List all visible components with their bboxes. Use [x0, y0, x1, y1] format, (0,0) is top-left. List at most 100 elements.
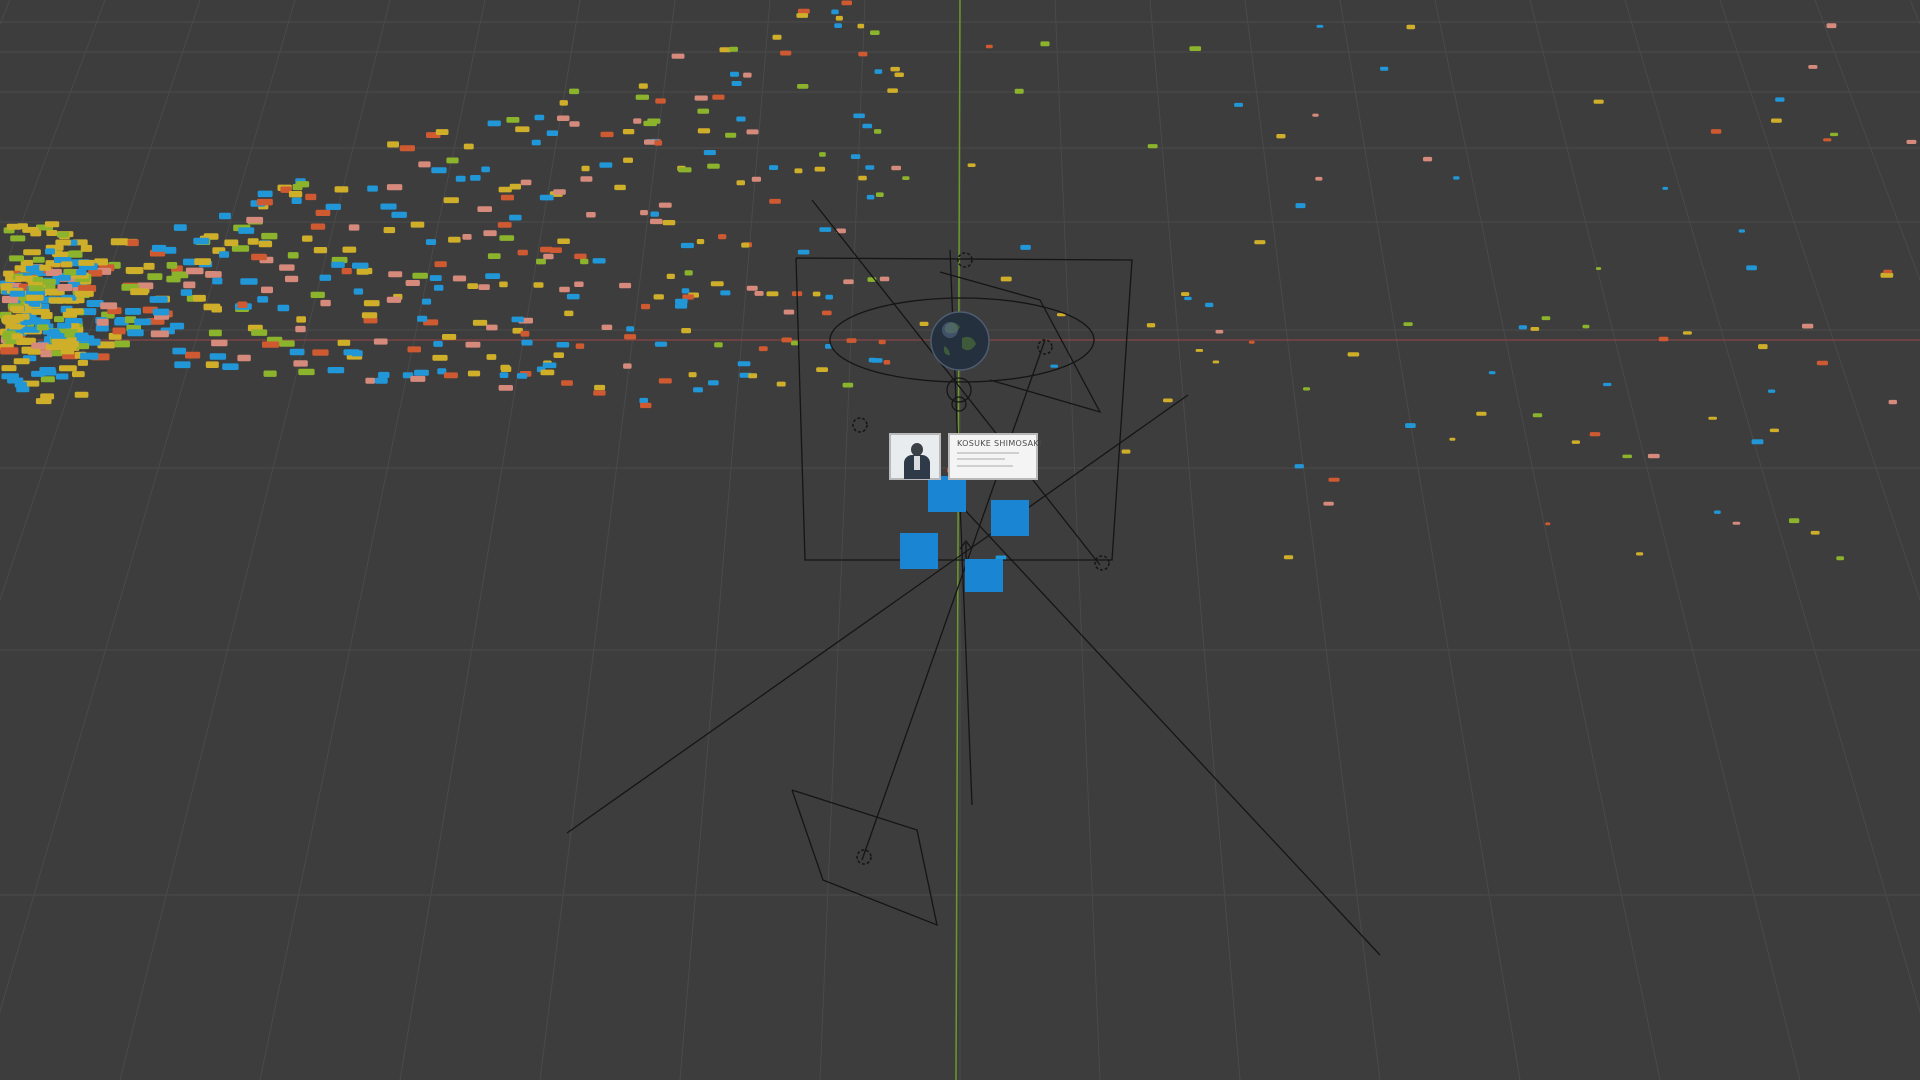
data-point [386, 296, 402, 303]
data-point [80, 352, 99, 360]
blue-cube[interactable] [900, 533, 938, 569]
data-point [511, 316, 524, 323]
data-point [1789, 518, 1800, 524]
data-point [891, 165, 901, 171]
data-point [477, 206, 492, 212]
data-point [481, 166, 490, 173]
data-point [292, 183, 303, 191]
data-point [781, 337, 792, 343]
data-point [237, 354, 251, 362]
camera-icon[interactable] [856, 849, 872, 865]
data-point [641, 303, 651, 310]
data-point [737, 361, 751, 367]
data-point [822, 310, 832, 316]
data-point [729, 46, 738, 52]
data-point [1328, 477, 1340, 482]
data-point [780, 50, 792, 56]
data-point [193, 237, 210, 245]
data-point [1880, 272, 1894, 278]
grid-line [0, 0, 201, 602]
data-point [15, 275, 27, 282]
data-point [414, 369, 429, 376]
data-point [208, 329, 222, 337]
data-point [1636, 552, 1644, 556]
data-point [55, 373, 69, 380]
data-point [754, 291, 764, 296]
data-point [291, 197, 302, 204]
data-point [688, 372, 697, 378]
data-point [796, 13, 809, 18]
camera-icon[interactable] [1037, 339, 1053, 355]
data-point [850, 154, 861, 159]
data-point [1488, 371, 1496, 375]
data-point [580, 176, 593, 182]
data-point [539, 194, 554, 201]
data-point [730, 71, 739, 77]
camera-icon[interactable] [852, 417, 868, 433]
blue-cube[interactable] [928, 476, 966, 512]
data-point [623, 363, 632, 369]
data-point [718, 234, 727, 240]
blue-cube[interactable] [965, 559, 1003, 592]
data-point [1147, 144, 1158, 149]
data-point [325, 203, 341, 210]
grid-line [1434, 0, 1661, 1080]
data-point [751, 176, 761, 182]
data-point [874, 129, 882, 134]
data-point [1906, 139, 1917, 144]
grid-line [539, 0, 676, 1080]
data-point [173, 224, 187, 231]
profile-photo-card[interactable] [889, 433, 941, 480]
data-point [540, 369, 555, 376]
data-point [27, 348, 41, 355]
data-point [76, 335, 95, 342]
data-point [463, 143, 474, 150]
data-point [425, 239, 437, 245]
data-point [185, 351, 201, 359]
data-point [1738, 229, 1745, 233]
profile-name: KOSUKE SHIMOSAKI [957, 439, 1042, 448]
data-point [256, 198, 273, 206]
data-point [357, 267, 373, 275]
data-point [866, 194, 875, 200]
data-point [741, 242, 750, 248]
data-point [566, 293, 580, 300]
data-point [655, 98, 666, 104]
data-point [319, 274, 332, 281]
data-point [1014, 88, 1024, 94]
data-point [644, 139, 656, 145]
data-point [1830, 132, 1839, 137]
profile-name-card[interactable]: KOSUKE SHIMOSAKI [948, 433, 1041, 480]
data-point [180, 289, 193, 296]
camera-icon[interactable] [1094, 555, 1110, 571]
data-point [367, 185, 378, 192]
3d-viewport[interactable]: KOSUKE SHIMOSAKI [0, 0, 1920, 1080]
data-point [219, 212, 231, 220]
blue-cube-objects[interactable] [900, 476, 1029, 592]
data-point [237, 301, 248, 308]
text-line-decoration [957, 465, 1013, 467]
data-point [643, 120, 657, 127]
data-point [1530, 327, 1540, 331]
data-point [500, 366, 512, 372]
data-point [258, 240, 273, 248]
data-point [433, 341, 443, 347]
data-point [1303, 387, 1311, 391]
data-point [32, 256, 45, 263]
data-point [470, 175, 481, 181]
grid-line [1814, 0, 1920, 282]
data-point [467, 370, 481, 377]
data-point [858, 51, 868, 57]
data-point [783, 309, 795, 315]
data-point [868, 357, 877, 363]
data-point [819, 227, 832, 232]
data-point [831, 9, 839, 15]
data-point [302, 235, 313, 242]
data-point [743, 72, 752, 78]
data-point [594, 384, 606, 391]
data-point [731, 81, 742, 86]
data-point [499, 235, 515, 241]
data-point [76, 269, 87, 276]
data-point [710, 281, 724, 287]
blue-cube[interactable] [991, 500, 1029, 536]
